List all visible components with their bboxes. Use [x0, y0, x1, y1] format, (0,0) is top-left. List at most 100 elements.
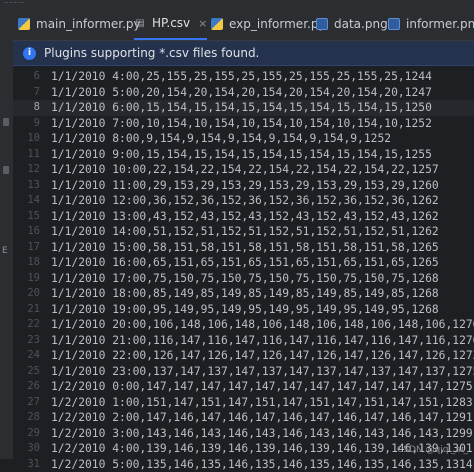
code-line[interactable]: 27 1/2/2010 1:00,151,147,151,147,151,147,… — [13, 395, 474, 411]
code-line[interactable]: 121/1/2010 10:00,22,154,22,154,22,154,22… — [13, 162, 474, 178]
line-number: 17 — [13, 240, 40, 256]
code-line[interactable]: 13 1/1/2010 11:00,29,153,29,153,29,153,29… — [13, 178, 474, 194]
line-text: 1/1/2010 11:00,29,153,29,153,29,153,29,1… — [51, 178, 439, 194]
line-text: 1/2/2010 0:00,147,147,147,147,147,147,14… — [51, 379, 473, 395]
line-number: 20 — [13, 286, 40, 302]
plugin-suggestion-banner: i Plugins supporting *.csv files found. — [13, 41, 474, 66]
line-number: 15 — [13, 209, 40, 225]
left-tool-pane: E — [0, 8, 14, 459]
code-line[interactable]: 6 1/1/2010 4:00,25,155,25,155,25,155,25,1… — [13, 69, 474, 85]
line-number: 26 — [13, 379, 40, 395]
code-editor[interactable]: 6 1/1/2010 4:00,25,155,25,155,25,155,25,1… — [13, 66, 474, 459]
python-file-icon — [211, 18, 223, 30]
line-number: 28 — [13, 410, 40, 426]
code-line[interactable]: 8 1/1/2010 6:00,15,154,15,154,15,154,15,1… — [13, 100, 474, 116]
code-line[interactable]: 23 1/1/2010 21:00,116,147,116,147,116,147… — [13, 333, 474, 349]
line-text: 1/1/2010 18:00,85,149,85,149,85,149,85,1… — [51, 286, 439, 302]
tab-hp-csv[interactable]: ▤ HP.csv × — [134, 8, 207, 40]
tab-exp-informer[interactable]: exp_informer.py — [211, 8, 326, 40]
csv-file-icon: ▤ — [134, 17, 146, 29]
line-text: 1/2/2010 2:00,147,146,147,146,147,146,14… — [51, 410, 473, 426]
line-text: 1/2/2010 3:00,143,146,143,146,143,146,14… — [51, 426, 473, 442]
line-text: 1/1/2010 6:00,15,154,15,154,15,154,15,15… — [51, 100, 432, 116]
code-line[interactable]: 20 1/1/2010 18:00,85,149,85,149,85,149,85… — [13, 286, 474, 302]
line-text: 1/1/2010 9:00,15,154,15,154,15,154,15,15… — [51, 147, 432, 163]
line-number: 19 — [13, 271, 40, 287]
tab-main-informer[interactable]: main_informer.py — [18, 8, 141, 40]
line-number: 7 — [13, 85, 40, 101]
line-number: 12 — [13, 162, 40, 178]
line-number: 14 — [13, 193, 40, 209]
code-line[interactable]: 28 1/2/2010 2:00,147,146,147,146,147,146,… — [13, 410, 474, 426]
line-number: 27 — [13, 395, 40, 411]
line-number: 9 — [13, 116, 40, 132]
image-file-icon — [316, 18, 328, 30]
line-number: 16 — [13, 224, 40, 240]
title-strip: ........ — [0, 0, 474, 8]
tab-label: informer.png — [406, 17, 474, 31]
tab-label: exp_informer.py — [229, 17, 326, 31]
tool-window-label[interactable]: E — [2, 246, 12, 258]
editor-tab-bar: main_informer.py ▤ HP.csv × exp_informer… — [13, 8, 474, 41]
line-text: 1/1/2010 14:00,51,152,51,152,51,152,51,1… — [51, 224, 439, 240]
tab-label: data.png — [334, 17, 388, 31]
line-number: 30 — [13, 441, 40, 457]
line-text: 1/1/2010 23:00,137,147,137,147,137,147,1… — [51, 364, 474, 380]
line-number: 10 — [13, 131, 40, 147]
line-number: 13 — [13, 178, 40, 194]
line-text: 1/1/2010 21:00,116,147,116,147,116,147,1… — [51, 333, 474, 349]
code-line[interactable]: 16 1/1/2010 14:00,51,152,51,152,51,152,51… — [13, 224, 474, 240]
tab-label: main_informer.py — [36, 17, 141, 31]
line-text: 1/1/2010 13:00,43,152,43,152,43,152,43,1… — [51, 209, 439, 225]
line-text: 1/1/2010 20:00,106,148,106,148,106,148,1… — [51, 317, 474, 333]
python-file-icon — [18, 18, 30, 30]
line-number: 21 — [13, 302, 40, 318]
code-line[interactable]: 25 1/1/2010 23:00,137,147,137,147,137,147… — [13, 364, 474, 380]
code-line[interactable]: 14 1/1/2010 12:00,36,152,36,152,36,152,36… — [13, 193, 474, 209]
code-line[interactable]: 19 1/1/2010 17:00,75,150,75,150,75,150,75… — [13, 271, 474, 287]
line-number: 23 — [13, 333, 40, 349]
line-number: 18 — [13, 255, 40, 271]
line-text: 1/1/2010 17:00,75,150,75,150,75,150,75,1… — [51, 271, 439, 287]
code-line[interactable]: 11 1/1/2010 9:00,15,154,15,154,15,154,15,… — [13, 147, 474, 163]
code-line[interactable]: 26 1/2/2010 0:00,147,147,147,147,147,147,… — [13, 379, 474, 395]
line-text: 1/2/2010 1:00,151,147,151,147,151,147,15… — [51, 395, 473, 411]
tab-data-png[interactable]: data.png — [316, 8, 388, 40]
line-text: 1/1/2010 16:00,65,151,65,151,65,151,65,1… — [51, 255, 439, 271]
code-line[interactable]: 29 1/2/2010 3:00,143,146,143,146,143,146,… — [13, 426, 474, 442]
window-title: ........ — [4, 0, 24, 5]
line-text: 1/1/2010 4:00,25,155,25,155,25,155,25,15… — [51, 69, 432, 85]
code-line[interactable]: 15 1/1/2010 13:00,43,152,43,152,43,152,43… — [13, 209, 474, 225]
close-icon[interactable]: × — [198, 17, 207, 30]
code-line[interactable]: 22 1/1/2010 20:00,106,148,106,148,106,148… — [13, 317, 474, 333]
line-number: 8 — [13, 100, 40, 116]
line-number: 11 — [13, 147, 40, 163]
code-line[interactable]: 17 1/1/2010 15:00,58,151,58,151,58,151,58… — [13, 240, 474, 256]
code-line[interactable]: 24 1/1/2010 22:00,126,147,126,147,126,147… — [13, 348, 474, 364]
line-text: 1/1/2010 15:00,58,151,58,151,58,151,58,1… — [51, 240, 439, 256]
tool-marker — [3, 166, 9, 174]
line-text: 1/1/2010 7:00,10,154,10,154,10,154,10,15… — [51, 116, 432, 132]
code-line[interactable]: 7 1/1/2010 5:00,20,154,20,154,20,154,20,1… — [13, 85, 474, 101]
line-number: 22 — [13, 317, 40, 333]
line-text: 1/1/2010 19:00,95,149,95,149,95,149,95,1… — [51, 302, 439, 318]
tab-label: HP.csv — [152, 16, 190, 30]
line-text: 1/1/2010 8:00,9,154,9,154,9,154,9,154,9,… — [51, 131, 391, 147]
image-file-icon — [388, 18, 400, 30]
line-number: 29 — [13, 426, 40, 442]
tool-marker — [3, 118, 9, 126]
line-number: 24 — [13, 348, 40, 364]
line-text: 1/1/2010 12:00,36,152,36,152,36,152,36,1… — [51, 193, 439, 209]
line-text: 1/1/2010 22:00,126,147,126,147,126,147,1… — [51, 348, 474, 364]
line-text: 1/1/2010 5:00,20,154,20,154,20,154,20,15… — [51, 85, 432, 101]
code-line[interactable]: 10 1/1/2010 8:00,9,154,9,154,9,154,9,154,… — [13, 131, 474, 147]
code-line[interactable]: 21 1/1/2010 19:00,95,149,95,149,95,149,95… — [13, 302, 474, 318]
watermark: CSDN @qiqi_ai_ — [397, 445, 468, 455]
line-number: 6 — [13, 69, 40, 85]
tab-informer-png[interactable]: informer.png — [388, 8, 474, 40]
line-number: 25 — [13, 364, 40, 380]
code-line[interactable]: 18 1/1/2010 16:00,65,151,65,151,65,151,65… — [13, 255, 474, 271]
info-icon: i — [23, 47, 36, 60]
banner-text: Plugins supporting *.csv files found. — [44, 46, 259, 60]
code-line[interactable]: 9 1/1/2010 7:00,10,154,10,154,10,154,10,1… — [13, 116, 474, 132]
